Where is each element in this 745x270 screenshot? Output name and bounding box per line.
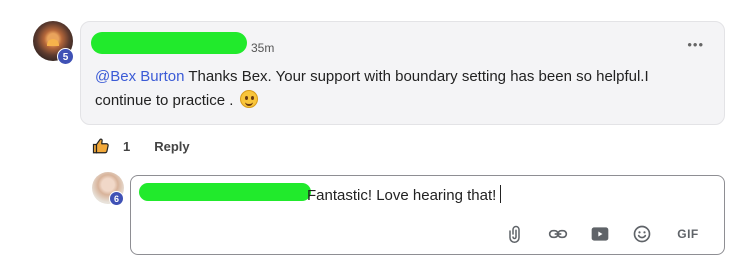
level-badge: 5 — [57, 48, 74, 65]
reply-text: Fantastic! Love hearing that! — [307, 187, 497, 204]
gif-label: GIF — [677, 227, 699, 241]
reply-button[interactable]: Reply — [154, 139, 189, 154]
comment-actions: 1 Reply — [92, 137, 190, 155]
mention-link[interactable]: @Bex Burton — [95, 68, 184, 85]
comment-timestamp: 35m — [251, 41, 275, 55]
author-name-redaction[interactable] — [91, 32, 247, 54]
reply-composer[interactable]: Fantastic! Love hearing that! GIF — [130, 175, 725, 255]
comment-author-avatar[interactable]: 5 — [33, 21, 74, 65]
comment-body: @Bex Burton Thanks Bex. Your support wit… — [95, 65, 695, 113]
link-icon[interactable] — [548, 224, 568, 244]
level-badge: 6 — [109, 191, 124, 206]
current-user-avatar[interactable]: 6 — [92, 172, 126, 206]
like-count: 1 — [123, 138, 131, 154]
mention-redaction[interactable] — [139, 183, 311, 201]
gif-icon[interactable]: GIF — [674, 224, 702, 244]
thumbs-up-icon[interactable] — [92, 137, 110, 155]
attachment-icon[interactable] — [506, 224, 526, 244]
comment-thread: 5 35m ••• @Bex Burton Thanks Bex. Your s… — [0, 0, 745, 270]
more-options-icon[interactable]: ••• — [687, 37, 704, 52]
text-caret — [500, 185, 502, 203]
comment-bubble: 35m ••• @Bex Burton Thanks Bex. Your sup… — [80, 21, 725, 125]
reply-input[interactable]: Fantastic! Love hearing that! — [307, 185, 502, 204]
smiling-face-emoji-icon — [239, 90, 258, 108]
video-icon[interactable] — [590, 224, 610, 244]
composer-toolbar: GIF — [484, 224, 702, 244]
emoji-icon[interactable] — [632, 224, 652, 244]
